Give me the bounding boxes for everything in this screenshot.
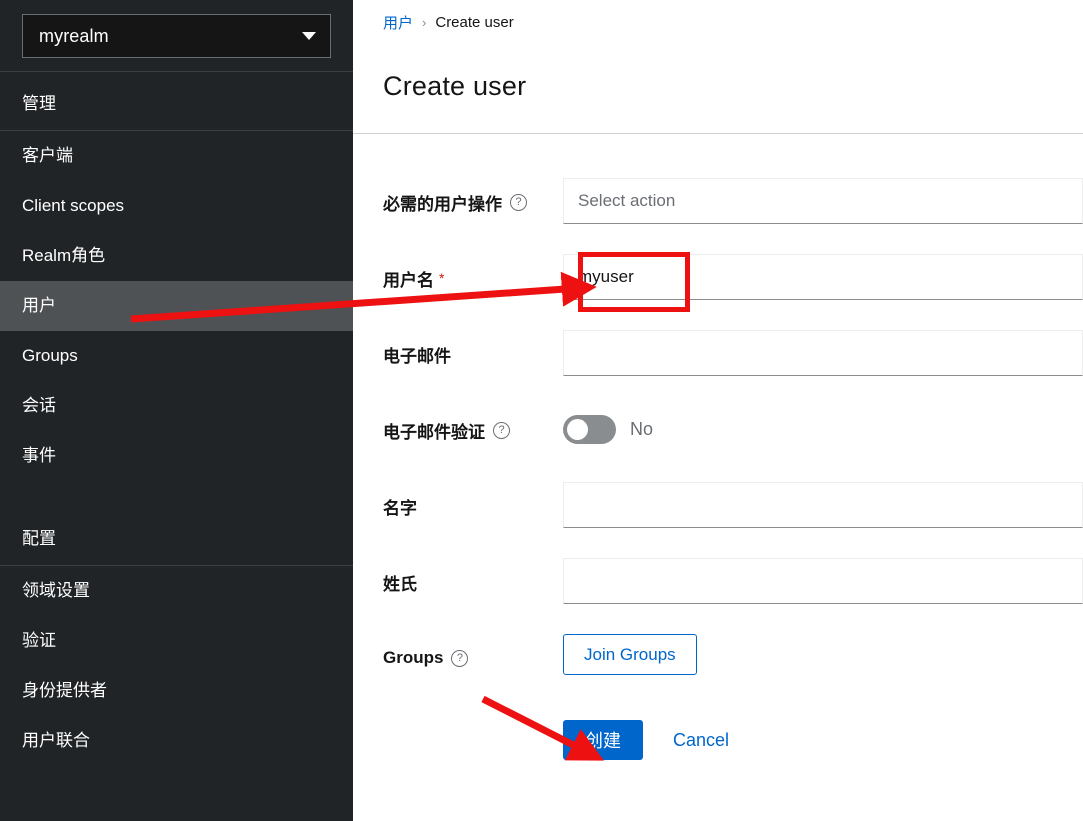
sidebar-item-clients[interactable]: 客户端 [0,131,353,181]
field-area-email [559,330,1083,377]
form-actions: 创建 Cancel [353,720,1083,761]
realm-selector-wrapper: myrealm [0,0,353,71]
sidebar-section-title-manage: 管理 [22,94,56,113]
realm-selector[interactable]: myrealm [22,14,331,58]
label-last-name-text: 姓氏 [383,574,417,594]
keycloak-admin-console: myrealm 管理 客户端 Client scopes Realm角色 用户 … [0,0,1083,821]
label-groups: Groups ? [353,634,559,682]
sidebar-item-user-federation[interactable]: 用户联合 [0,716,353,766]
help-circle-icon[interactable]: ? [451,649,469,667]
create-user-form: 必需的用户操作 ? Select action 用户名 * myuser 电子邮… [353,134,1083,761]
sidebar-section-title-configure: 配置 [22,529,56,548]
username-input[interactable]: myuser [563,254,1083,301]
sidebar-item-identity-providers[interactable]: 身份提供者 [0,666,353,716]
field-area-required-user-actions: Select action [559,178,1083,225]
chevron-right-icon: › [422,15,427,30]
field-row-email: 电子邮件 [353,330,1083,378]
email-verified-toggle[interactable] [563,414,616,444]
field-area-email-verified: No [559,406,653,452]
sidebar-item-groups[interactable]: Groups [0,331,353,381]
required-marker: * [439,270,445,287]
cancel-button[interactable]: Cancel [655,720,747,760]
main-content: 用户 › Create user Create user 必需的用户操作 ? S… [353,0,1083,821]
field-row-groups: Groups ? Join Groups [353,634,1083,682]
field-area-first-name [559,482,1083,529]
realm-selector-value: myrealm [39,25,109,46]
sidebar-item-events[interactable]: 事件 [0,431,353,481]
label-email-text: 电子邮件 [383,346,451,366]
sidebar: myrealm 管理 客户端 Client scopes Realm角色 用户 … [0,0,353,821]
help-circle-icon[interactable]: ? [493,421,510,439]
page-title: Create user [383,71,527,102]
field-row-username: 用户名 * myuser [353,254,1083,302]
label-last-name: 姓氏 [353,558,559,606]
label-required-user-actions: 必需的用户操作 ? [353,178,559,226]
field-area-groups: Join Groups [559,634,1083,676]
field-row-required-user-actions: 必需的用户操作 ? Select action [353,178,1083,226]
email-verified-state-label: No [630,418,654,439]
sidebar-item-client-scopes[interactable]: Client scopes [0,181,353,231]
label-first-name: 名字 [353,482,559,530]
create-button[interactable]: 创建 [563,720,643,761]
breadcrumb-current: Create user [435,14,514,31]
sidebar-item-sessions[interactable]: 会话 [0,381,353,431]
field-area-username: myuser [559,254,1083,301]
label-required-user-actions-text: 必需的用户操作 [383,194,502,214]
join-groups-button[interactable]: Join Groups [563,634,697,676]
sidebar-item-users[interactable]: 用户 [0,281,353,331]
breadcrumb: 用户 › Create user [353,0,1083,33]
label-groups-text: Groups [383,648,444,668]
breadcrumb-link-users[interactable]: 用户 [383,12,413,33]
last-name-input[interactable] [563,558,1083,605]
required-user-actions-select[interactable]: Select action [563,178,1083,225]
sidebar-item-realm-settings[interactable]: 领域设置 [0,566,353,616]
sidebar-item-authentication[interactable]: 验证 [0,616,353,666]
toggle-knob [567,418,588,440]
label-username-text: 用户名 [383,270,434,290]
label-email-verified-text: 电子邮件验证 [383,422,485,442]
label-email: 电子邮件 [353,330,559,378]
email-input[interactable] [563,330,1083,377]
field-row-email-verified: 电子邮件验证 ? No [353,406,1083,454]
label-email-verified: 电子邮件验证 ? [353,406,559,454]
field-row-last-name: 姓氏 [353,558,1083,606]
field-area-last-name [559,558,1083,605]
chevron-down-icon [302,32,316,40]
first-name-input[interactable] [563,482,1083,529]
label-first-name-text: 名字 [383,498,417,518]
sidebar-item-realm-roles[interactable]: Realm角色 [0,231,353,281]
field-row-first-name: 名字 [353,482,1083,530]
label-username: 用户名 * [353,254,559,302]
help-circle-icon[interactable]: ? [510,193,527,211]
